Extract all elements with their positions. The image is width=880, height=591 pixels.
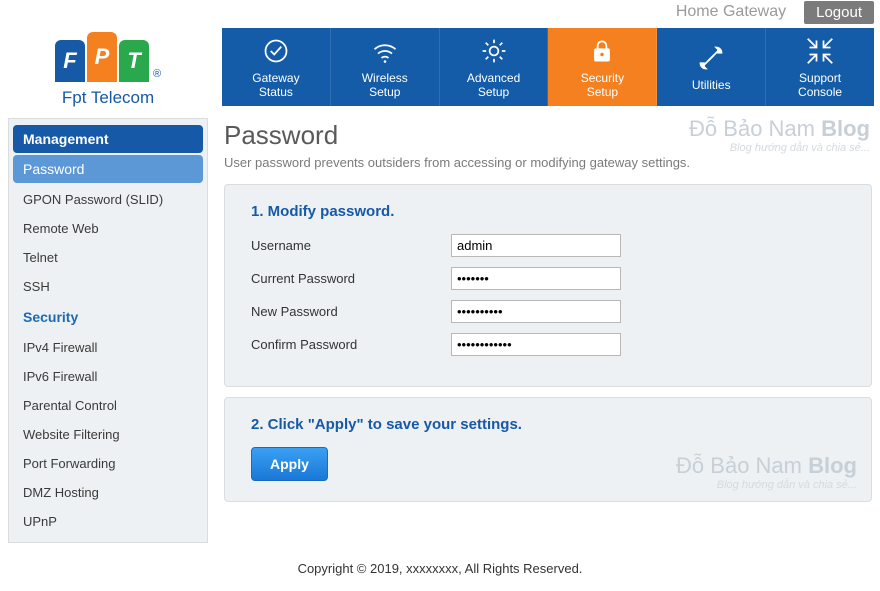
sidebar-item-dmz-hosting[interactable]: DMZ Hosting xyxy=(13,478,203,507)
footer: Copyright © 2019, xxxxxxxx, All Rights R… xyxy=(0,543,880,576)
registered-mark: ® xyxy=(153,68,161,80)
nav-label: GatewayStatus xyxy=(252,71,299,99)
logout-button[interactable]: Logout xyxy=(804,1,874,24)
sidebar-item-port-forwarding[interactable]: Port Forwarding xyxy=(13,449,203,478)
apply-button[interactable]: Apply xyxy=(251,447,328,481)
sidebar-item-telnet[interactable]: Telnet xyxy=(13,243,203,272)
top-nav: GatewayStatus WirelessSetup AdvancedSetup S… xyxy=(222,28,874,106)
sidebar: ManagementPasswordGPON Password (SLID)Re… xyxy=(8,118,208,543)
logo-letter-p: P xyxy=(87,32,117,82)
nav-label: WirelessSetup xyxy=(362,71,408,99)
page-title: Password xyxy=(224,120,872,151)
brand-name: Fpt Telecom xyxy=(62,88,154,108)
nav-label: Utilities xyxy=(692,78,731,92)
sidebar-item-upnp[interactable]: UPnP xyxy=(13,507,203,536)
nav-wireless-setup[interactable]: WirelessSetup xyxy=(331,28,440,106)
nav-support-console[interactable]: SupportConsole xyxy=(766,28,874,106)
new-password-input[interactable] xyxy=(451,300,621,323)
main-content: Đỗ Bảo Nam Blog Blog hướng dẫn và chia s… xyxy=(222,118,874,543)
brand-logo: F P T ® Fpt Telecom xyxy=(8,28,208,108)
new-password-label: New Password xyxy=(251,304,451,319)
sidebar-group-security[interactable]: Security xyxy=(13,303,203,331)
sidebar-item-remote-web[interactable]: Remote Web xyxy=(13,214,203,243)
sidebar-item-ipv4-firewall[interactable]: IPv4 Firewall xyxy=(13,333,203,362)
wifi-icon xyxy=(369,35,401,67)
section-1-heading: 1. Modify password. xyxy=(251,203,845,220)
nav-advanced-setup[interactable]: AdvancedSetup xyxy=(440,28,549,106)
tools-icon xyxy=(695,42,727,74)
current-password-input[interactable] xyxy=(451,267,621,290)
nav-gateway-status[interactable]: GatewayStatus xyxy=(222,28,331,106)
confirm-password-input[interactable] xyxy=(451,333,621,356)
sidebar-group-management[interactable]: Management xyxy=(13,125,203,153)
sidebar-item-ipv6-firewall[interactable]: IPv6 Firewall xyxy=(13,362,203,391)
sidebar-item-parental-control[interactable]: Parental Control xyxy=(13,391,203,420)
top-bar: Home Gateway Logout xyxy=(0,0,880,24)
check-circle-icon xyxy=(260,35,292,67)
modify-password-card: 1. Modify password. Username Current Pas… xyxy=(224,184,872,387)
username-input[interactable] xyxy=(451,234,621,257)
compress-icon xyxy=(804,35,836,67)
page-description: User password prevents outsiders from ac… xyxy=(224,155,872,170)
current-password-label: Current Password xyxy=(251,271,451,286)
nav-label: SupportConsole xyxy=(798,71,842,99)
home-gateway-label[interactable]: Home Gateway xyxy=(668,0,794,24)
sidebar-item-gpon-password-slid-[interactable]: GPON Password (SLID) xyxy=(13,185,203,214)
sidebar-item-website-filtering[interactable]: Website Filtering xyxy=(13,420,203,449)
logo-letter-f: F xyxy=(55,40,85,82)
lock-icon xyxy=(586,35,618,67)
nav-security-setup[interactable]: SecuritySetup xyxy=(548,28,657,106)
apply-card: 2. Click "Apply" to save your settings. … xyxy=(224,397,872,502)
nav-label: AdvancedSetup xyxy=(467,71,520,99)
confirm-password-label: Confirm Password xyxy=(251,337,451,352)
section-2-heading: 2. Click "Apply" to save your settings. xyxy=(251,416,845,433)
logo-letter-t: T xyxy=(119,40,149,82)
username-label: Username xyxy=(251,238,451,253)
sidebar-item-ssh[interactable]: SSH xyxy=(13,272,203,301)
watermark: Đỗ Bảo Nam Blog Blog hướng dẫn và chia s… xyxy=(676,453,857,491)
gear-icon xyxy=(478,35,510,67)
nav-utilities[interactable]: Utilities xyxy=(657,28,766,106)
sidebar-item-password[interactable]: Password xyxy=(13,155,203,183)
nav-label: SecuritySetup xyxy=(581,71,624,99)
